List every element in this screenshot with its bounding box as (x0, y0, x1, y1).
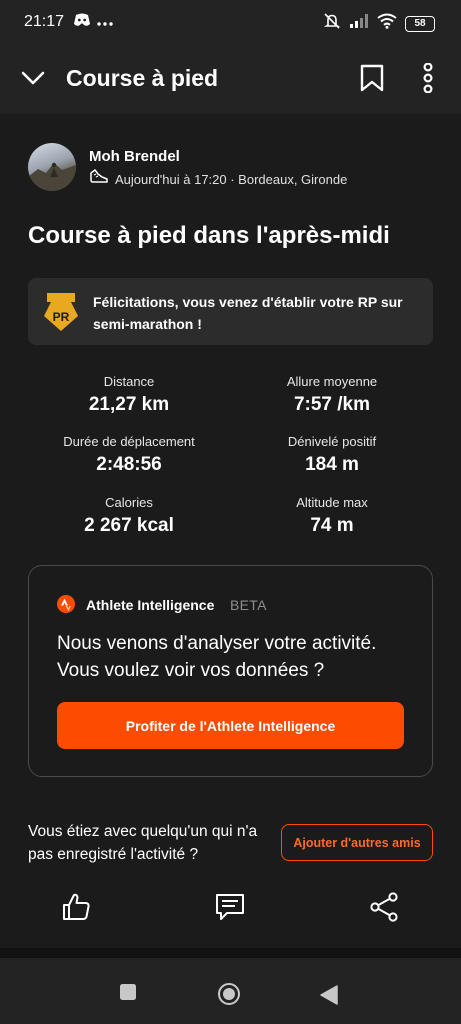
activity-meta: Aujourd'hui à 17:20 · Bordeaux, Gironde (115, 172, 348, 187)
activity-title: Course à pied dans l'après-midi (28, 222, 390, 249)
app-bar: Course à pied (0, 46, 461, 114)
back-icon[interactable] (320, 985, 338, 1010)
mute-icon (323, 12, 341, 35)
strava-logo-icon (57, 595, 75, 618)
signal-icon (349, 13, 369, 34)
ai-message: Nous venons d'analyser votre activité. V… (57, 633, 377, 681)
like-icon[interactable] (61, 891, 93, 928)
page-title: Course à pied (66, 65, 219, 91)
stat-distance: Distance 21,27 km (29, 374, 229, 416)
stat-label: Dénivelé positif (287, 434, 377, 449)
shoe-icon (89, 168, 109, 191)
stat-value: 74 m (310, 515, 354, 536)
athlete-name[interactable]: Moh Brendel (89, 148, 180, 165)
athlete-intelligence-button[interactable]: Profiter de l'Athlete Intelligence (57, 702, 404, 749)
stat-value: 2 267 kcal (84, 515, 174, 536)
recents-icon[interactable] (120, 984, 136, 1005)
more-vertical-icon[interactable] (418, 62, 438, 98)
pr-message: Félicitations, vous venez d'établir votr… (93, 294, 403, 332)
stat-pace: Allure moyenne 7:57 /km (232, 374, 432, 416)
stat-max-elevation: Altitude max 74 m (232, 495, 432, 537)
stat-label: Calories (105, 495, 153, 510)
add-friends-prompt: Vous étiez avec quelqu'un qui n'a pas en… (28, 823, 258, 863)
home-icon[interactable] (217, 982, 241, 1011)
discord-icon (73, 13, 91, 32)
ai-title: Athlete Intelligence (86, 597, 215, 613)
status-time: 21:17 (24, 13, 65, 30)
stat-value: 21,27 km (88, 394, 170, 415)
stat-label: Durée de déplacement (63, 434, 195, 449)
stat-label: Altitude max (296, 495, 368, 510)
stat-elevation-gain: Dénivelé positif 184 m (232, 434, 432, 476)
status-bar: 21:17 58 (0, 0, 461, 46)
activity-detail: Moh Brendel Aujourd'hui à 17:20 · Bordea… (0, 114, 461, 948)
wifi-icon (377, 13, 397, 34)
beta-badge: BETA (230, 597, 267, 613)
athlete-intelligence-card: Athlete Intelligence BETA Nous venons d'… (28, 565, 433, 777)
more-dots-icon (97, 14, 113, 32)
stat-value: 7:57 /km (293, 394, 371, 415)
action-bar (0, 886, 461, 930)
bookmark-icon[interactable] (359, 63, 385, 98)
chevron-down-icon[interactable] (20, 65, 46, 96)
comment-icon[interactable] (214, 891, 246, 928)
system-nav-bar (0, 958, 461, 1024)
battery-icon: 58 (405, 15, 435, 32)
stat-value: 184 m (305, 454, 359, 475)
stat-calories: Calories 2 267 kcal (29, 495, 229, 537)
stat-label: Allure moyenne (286, 374, 378, 389)
avatar[interactable] (28, 143, 76, 191)
stat-label: Distance (103, 374, 155, 389)
pr-medal-icon: PR (42, 290, 80, 339)
add-friends-button[interactable]: Ajouter d'autres amis (281, 824, 433, 861)
pr-banner[interactable]: PR Félicitations, vous venez d'établir v… (28, 278, 433, 345)
stat-moving-time: Durée de déplacement 2:48:56 (29, 434, 229, 476)
share-icon[interactable] (368, 891, 400, 928)
pr-badge-text: PR (53, 310, 70, 324)
stat-value: 2:48:56 (96, 454, 162, 475)
